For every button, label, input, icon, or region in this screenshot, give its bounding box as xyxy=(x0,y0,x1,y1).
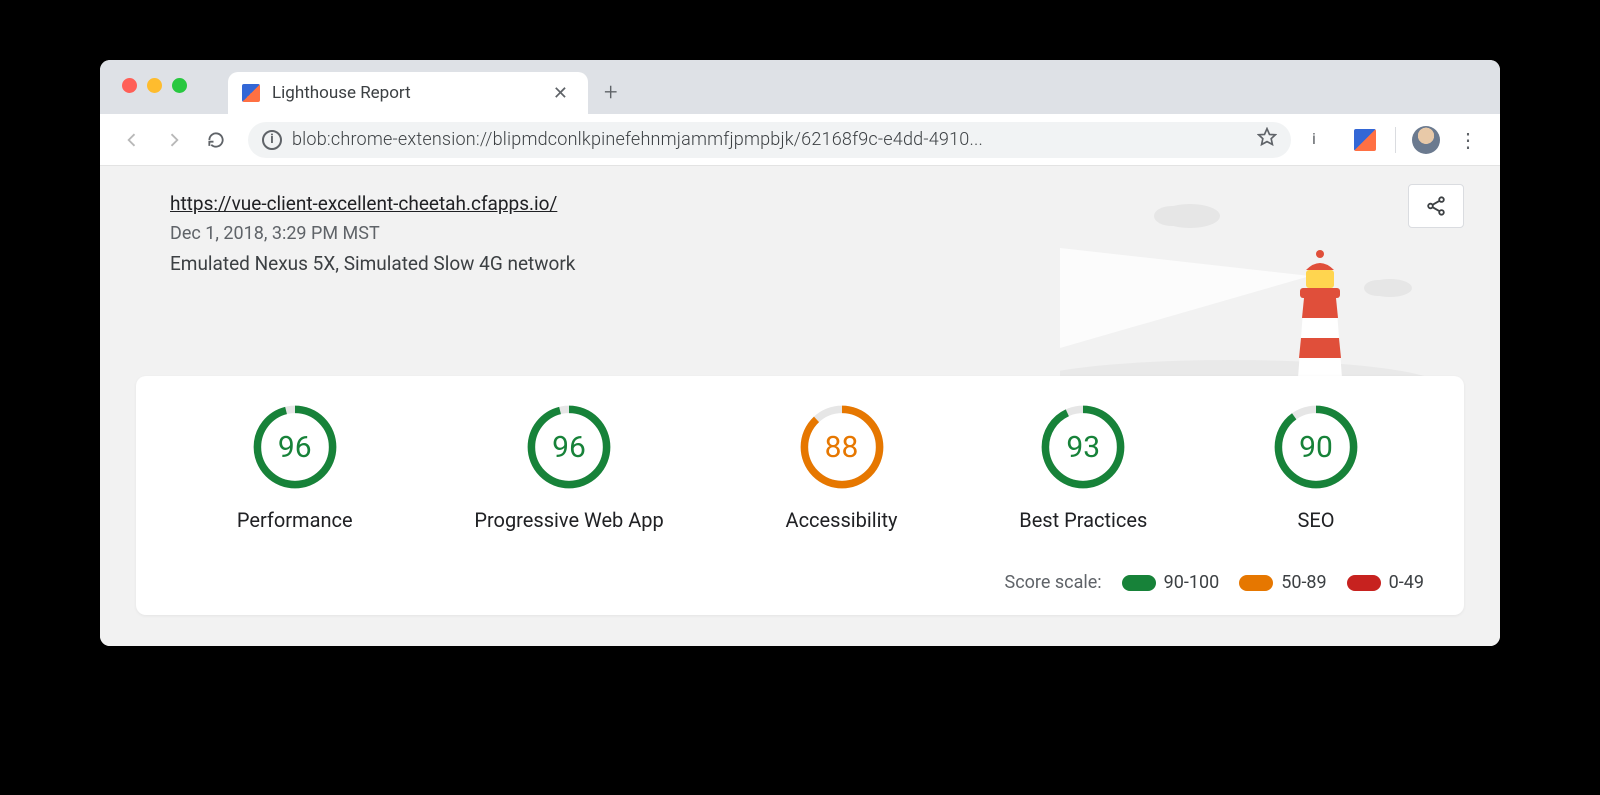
gauge-circle: 90 xyxy=(1269,400,1363,494)
minimize-window-button[interactable] xyxy=(147,78,162,93)
score-scale: Score scale: 90-100 50-89 0-49 xyxy=(176,572,1424,593)
gauge-value: 96 xyxy=(248,400,342,494)
url-text: blob:chrome-extension://blipmdconlkpinef… xyxy=(292,129,1247,150)
tab-title: Lighthouse Report xyxy=(272,83,535,103)
avatar-icon xyxy=(1412,126,1440,154)
gauge-value: 90 xyxy=(1269,400,1363,494)
browser-tab[interactable]: Lighthouse Report ✕ xyxy=(228,72,588,114)
share-button[interactable] xyxy=(1408,184,1464,228)
report-timestamp: Dec 1, 2018, 3:29 PM MST xyxy=(170,223,1430,244)
score-scale-label: Score scale: xyxy=(1005,572,1102,593)
browser-window: Lighthouse Report ✕ + i blob:chrome-exte… xyxy=(100,60,1500,646)
score-gauges: 96 Performance 96 Progressive Web App 88 Acce… xyxy=(176,400,1424,532)
report-environment: Emulated Nexus 5X, Simulated Slow 4G net… xyxy=(170,252,1430,275)
gauge-seo[interactable]: 90 SEO xyxy=(1269,400,1363,532)
gauge-performance[interactable]: 96 Performance xyxy=(237,400,353,532)
gauge-label: SEO xyxy=(1298,508,1335,532)
toolbar-divider xyxy=(1395,127,1396,153)
scores-card: 96 Performance 96 Progressive Web App 88 Acce… xyxy=(136,376,1464,615)
maximize-window-button[interactable] xyxy=(172,78,187,93)
gauge-label: Performance xyxy=(237,508,353,532)
scale-pill-green-icon xyxy=(1122,575,1156,591)
reload-button[interactable] xyxy=(198,122,234,158)
gauge-label: Progressive Web App xyxy=(474,508,663,532)
gauge-circle: 96 xyxy=(248,400,342,494)
scale-item-average: 50-89 xyxy=(1239,572,1326,593)
scale-item-pass: 90-100 xyxy=(1122,572,1220,593)
tested-url-link[interactable]: https://vue-client-excellent-cheetah.cfa… xyxy=(170,192,557,215)
browser-menu-button[interactable]: ⋮ xyxy=(1450,122,1486,158)
gauge-value: 96 xyxy=(522,400,616,494)
address-bar[interactable]: i blob:chrome-extension://blipmdconlkpin… xyxy=(248,122,1291,158)
gauge-best-practices[interactable]: 93 Best Practices xyxy=(1019,400,1147,532)
report-content: https://vue-client-excellent-cheetah.cfa… xyxy=(100,166,1500,646)
scale-pill-orange-icon xyxy=(1239,575,1273,591)
profile-avatar[interactable] xyxy=(1408,122,1444,158)
report-header: https://vue-client-excellent-cheetah.cfa… xyxy=(100,166,1500,376)
gauge-accessibility[interactable]: 88 Accessibility xyxy=(786,400,898,532)
forward-button[interactable] xyxy=(156,122,192,158)
gauge-progressive-web-app[interactable]: 96 Progressive Web App xyxy=(474,400,663,532)
scale-item-fail: 0-49 xyxy=(1347,572,1424,593)
titlebar: Lighthouse Report ✕ + xyxy=(100,60,1500,114)
window-controls xyxy=(122,78,187,93)
gauge-label: Accessibility xyxy=(786,508,898,532)
gauge-value: 93 xyxy=(1036,400,1130,494)
back-button[interactable] xyxy=(114,122,150,158)
close-tab-button[interactable]: ✕ xyxy=(547,81,574,106)
close-window-button[interactable] xyxy=(122,78,137,93)
gauge-circle: 93 xyxy=(1036,400,1130,494)
gauge-circle: 96 xyxy=(522,400,616,494)
gauge-value: 88 xyxy=(795,400,889,494)
bookmark-star-icon[interactable] xyxy=(1257,127,1277,152)
gauge-circle: 88 xyxy=(795,400,889,494)
scale-pill-red-icon xyxy=(1347,575,1381,591)
lighthouse-favicon-icon xyxy=(242,84,260,102)
extension-info-icon[interactable]: i xyxy=(1305,122,1341,158)
gauge-label: Best Practices xyxy=(1019,508,1147,532)
site-info-icon[interactable]: i xyxy=(262,130,282,150)
new-tab-button[interactable]: + xyxy=(588,78,634,114)
lighthouse-extension-icon[interactable] xyxy=(1347,122,1383,158)
toolbar: i blob:chrome-extension://blipmdconlkpin… xyxy=(100,114,1500,166)
